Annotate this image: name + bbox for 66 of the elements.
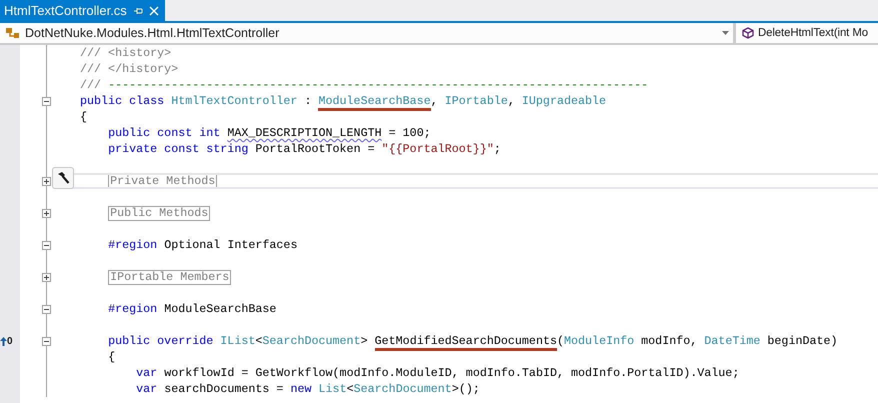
code-text: MAX_DESCRIPTION_LENGTH bbox=[227, 126, 382, 140]
code-text: { bbox=[80, 110, 88, 124]
code-text: , bbox=[508, 94, 516, 108]
caret-icon bbox=[722, 31, 729, 35]
keyword: new bbox=[290, 382, 313, 396]
type-name: HtmlTextController bbox=[171, 94, 298, 108]
file-tab[interactable]: HtmlTextController.cs bbox=[0, 0, 165, 21]
code-text: >(); bbox=[452, 382, 480, 396]
reference-count[interactable]: 0 bbox=[7, 336, 13, 346]
expand-icon[interactable] bbox=[42, 208, 51, 218]
keyword: #region bbox=[108, 238, 158, 252]
collapsed-region[interactable]: Private Methods bbox=[108, 174, 218, 189]
code-text: searchDocuments = bbox=[163, 382, 284, 396]
keyword: public class bbox=[80, 94, 166, 108]
code-text: ModuleSearchBase bbox=[163, 302, 276, 316]
code-text: beginDate) bbox=[766, 334, 838, 348]
keyword: #region bbox=[108, 302, 158, 316]
up-arrow-icon bbox=[0, 336, 7, 346]
code-text: > bbox=[360, 334, 369, 348]
pin-icon[interactable] bbox=[132, 6, 143, 16]
doc-comment: /// </history> bbox=[80, 62, 178, 76]
keyword: public const int bbox=[108, 126, 222, 140]
code-text: modInfo, bbox=[640, 334, 698, 348]
doc-comment: /// <history> bbox=[80, 46, 172, 60]
code-text: , bbox=[430, 94, 439, 108]
code-text: workflowId = GetWorkflow(modInfo.ModuleID, modInfo.TabID, modInfo.PortalID).Value; bbox=[163, 366, 740, 380]
code-text: : bbox=[303, 94, 312, 108]
expand-icon[interactable] bbox=[42, 176, 51, 186]
cube-icon bbox=[742, 27, 754, 39]
code-text: PortalRootToken = bbox=[255, 142, 376, 156]
code-text: = 100; bbox=[388, 126, 431, 140]
comment-text: ----------------------------------------------------------------------------- bbox=[108, 78, 648, 92]
code-text: < bbox=[255, 334, 262, 348]
collapse-icon[interactable] bbox=[42, 96, 51, 106]
type-name: IPortable bbox=[444, 94, 508, 108]
type-name: ModuleInfo bbox=[564, 334, 634, 348]
keyword: var bbox=[136, 382, 158, 396]
type-name: List bbox=[318, 382, 347, 396]
keyword: private const string bbox=[108, 142, 250, 156]
collapse-icon[interactable] bbox=[42, 240, 51, 250]
keyword: public override bbox=[108, 334, 214, 348]
close-icon[interactable] bbox=[148, 6, 159, 16]
type-name: SearchDocument bbox=[354, 382, 452, 396]
collapsed-region[interactable]: Public Methods bbox=[108, 206, 210, 221]
collapsed-region[interactable]: IPortable Members bbox=[108, 270, 232, 285]
type-name: ModuleSearchBase bbox=[318, 94, 431, 108]
expand-icon[interactable] bbox=[42, 272, 51, 282]
code-text: < bbox=[346, 382, 354, 396]
collapse-icon[interactable] bbox=[42, 304, 51, 314]
member-dropdown[interactable]: DeleteHtmlText(int Mo bbox=[736, 23, 878, 43]
string-literal: "{{PortalRoot}}" bbox=[382, 142, 494, 156]
keyword: var bbox=[136, 366, 158, 380]
type-name: DateTime bbox=[704, 334, 760, 348]
code-text: Optional Interfaces bbox=[163, 238, 298, 252]
code-text: ( bbox=[556, 334, 564, 348]
type-name: IList bbox=[220, 334, 256, 348]
type-name: IUpgradeable bbox=[522, 94, 606, 108]
quick-actions-button[interactable] bbox=[52, 167, 74, 189]
type-name: SearchDocument bbox=[262, 334, 361, 348]
class-icon bbox=[6, 27, 20, 39]
code-text: { bbox=[108, 350, 116, 364]
doc-comment: /// bbox=[80, 78, 102, 92]
collapse-icon[interactable] bbox=[42, 336, 51, 346]
hammer-icon bbox=[56, 171, 70, 185]
code-text: GetModifiedSearchDocuments bbox=[374, 334, 557, 348]
code-text: ; bbox=[494, 142, 501, 156]
